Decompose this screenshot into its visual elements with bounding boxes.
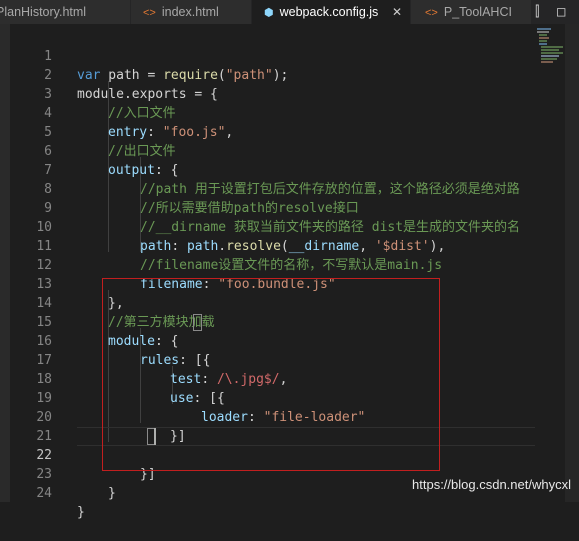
- code-line: 17 test: /\.jpg$/,: [0, 332, 287, 387]
- token: require: [163, 68, 218, 83]
- code-line: 18 use: [{: [0, 351, 224, 406]
- close-icon[interactable]: ✕: [392, 0, 402, 24]
- code-text: module.exports = {: [77, 87, 218, 102]
- code-line: 5 //出口文件: [0, 104, 175, 159]
- minimap-line: [537, 28, 551, 30]
- line-number: 24: [36, 486, 52, 501]
- code-line: 12 filename: "foo.bundle.js": [0, 237, 335, 292]
- token: (: [280, 239, 289, 254]
- code-text: output: {: [108, 161, 178, 180]
- vertical-scrollbar[interactable]: [565, 24, 579, 502]
- html-icon: <>: [143, 7, 156, 19]
- token: ),: [429, 239, 446, 254]
- token: "foo.js": [162, 125, 226, 140]
- code-comment: //所以需要借助path的resolve接口: [140, 201, 359, 216]
- minimap-line: [541, 61, 553, 63]
- code-line: 24 }: [0, 465, 84, 520]
- webpack-icon: ⬢: [264, 7, 274, 19]
- watermark-text: https://blog.csdn.net/whycxl: [412, 477, 571, 492]
- token: output: [108, 163, 155, 178]
- code-line: 15 module: {: [0, 294, 178, 349]
- code-text: }: [108, 486, 116, 501]
- split-editor-icon[interactable]: ⫿: [535, 3, 539, 21]
- code-line: 9 //__dirname 获取当前文件夹的路径 dist是生成的文件夹的名: [0, 180, 520, 235]
- code-text: }: [77, 505, 85, 520]
- minimap-line: [539, 40, 547, 42]
- minimap-line: [537, 31, 549, 33]
- minimap-line: [539, 43, 547, 45]
- token: __dirname: [288, 239, 360, 254]
- code-line: 13 },: [0, 256, 123, 311]
- token: : {: [154, 163, 179, 178]
- token: var: [77, 68, 101, 83]
- token: ,: [359, 239, 375, 254]
- token: path: [186, 239, 219, 254]
- code-line: 14 //第三方模块加载: [0, 275, 214, 330]
- token: ,: [225, 125, 234, 140]
- token: (: [217, 68, 226, 83]
- code-line: 7 //path 用于设置打包后文件存放的位置，这个路径必须是绝对路: [0, 142, 520, 197]
- html-icon: <>: [425, 7, 438, 19]
- minimap-line: [539, 37, 549, 39]
- token: '$dist': [374, 239, 430, 254]
- code-comment: //出口文件: [108, 144, 176, 159]
- code-line: 4 entry: "foo.js",: [0, 85, 233, 140]
- tab-label: webpack.config.js: [279, 5, 379, 19]
- tab-ptoolahci[interactable]: <> P_ToolAHCI: [411, 0, 531, 24]
- code-text: entry: "foo.js",: [108, 123, 233, 142]
- token: :: [147, 125, 163, 140]
- code-line: 20 }]: [0, 389, 185, 444]
- code-line: 2 module.exports = {: [0, 47, 218, 102]
- token: );: [272, 68, 289, 83]
- code-line: 3 //入口文件: [0, 66, 175, 121]
- code-line: 11 //filename设置文件的名称，不写默认是main.js: [0, 218, 442, 273]
- tab-planhistory[interactable]: PlanHistory.html: [0, 0, 130, 24]
- code-comment: //入口文件: [108, 106, 176, 121]
- token: path: [140, 239, 172, 254]
- tab-label: index.html: [161, 5, 219, 19]
- code-line: 1 var path = require("path");: [0, 28, 288, 83]
- token: "path": [225, 68, 273, 83]
- token: :: [171, 239, 187, 254]
- code-line: 10 path: path.resolve(__dirname, '$dist'…: [0, 199, 445, 254]
- code-line-active: 22 }]: [0, 427, 155, 482]
- token: entry: [108, 125, 148, 140]
- code-comment: //path 用于设置打包后文件存放的位置，这个路径必须是绝对路: [140, 182, 520, 197]
- layout-icon[interactable]: □: [557, 3, 565, 21]
- tab-label: P_ToolAHCI: [443, 5, 512, 19]
- code-line: 16 rules: [{: [0, 313, 210, 368]
- code-comment: //filename设置文件的名称，不写默认是main.js: [140, 258, 443, 273]
- tab-bar: PlanHistory.html <> index.html ⬢ webpack.c…: [0, 0, 579, 24]
- highlight-box: [102, 278, 440, 471]
- code-text: path: path.resolve(__dirname, '$dist'),: [140, 237, 445, 256]
- tab-webpack-config[interactable]: ⬢ webpack.config.js ✕: [252, 0, 410, 24]
- editor-actions: ⫿ □: [531, 0, 579, 24]
- tab-index[interactable]: <> index.html: [131, 0, 251, 24]
- code-line: 21: [0, 408, 52, 444]
- tab-label: PlanHistory.html: [0, 5, 87, 19]
- minimap-line: [541, 58, 557, 60]
- minimap-line: [541, 49, 559, 51]
- code-line: 8 //所以需要借助path的resolve接口: [0, 161, 359, 216]
- minimap-line: [541, 46, 563, 48]
- minimap-line: [539, 34, 547, 36]
- token: path =: [100, 68, 164, 83]
- code-comment: //__dirname 获取当前文件夹的路径 dist是生成的文件夹的名: [140, 220, 521, 235]
- minimap-line: [541, 52, 563, 54]
- code-line: 19 loader: "file-loader": [0, 370, 365, 425]
- code-editor[interactable]: 1 var path = require("path"); 2 module.e…: [0, 24, 579, 520]
- code-text: var path = require("path");: [77, 66, 288, 85]
- code-line: 6 output: {: [0, 123, 178, 178]
- token: .: [218, 239, 227, 254]
- code-line: 23 }: [0, 446, 115, 501]
- token: resolve: [226, 239, 281, 254]
- minimap-line: [541, 55, 559, 57]
